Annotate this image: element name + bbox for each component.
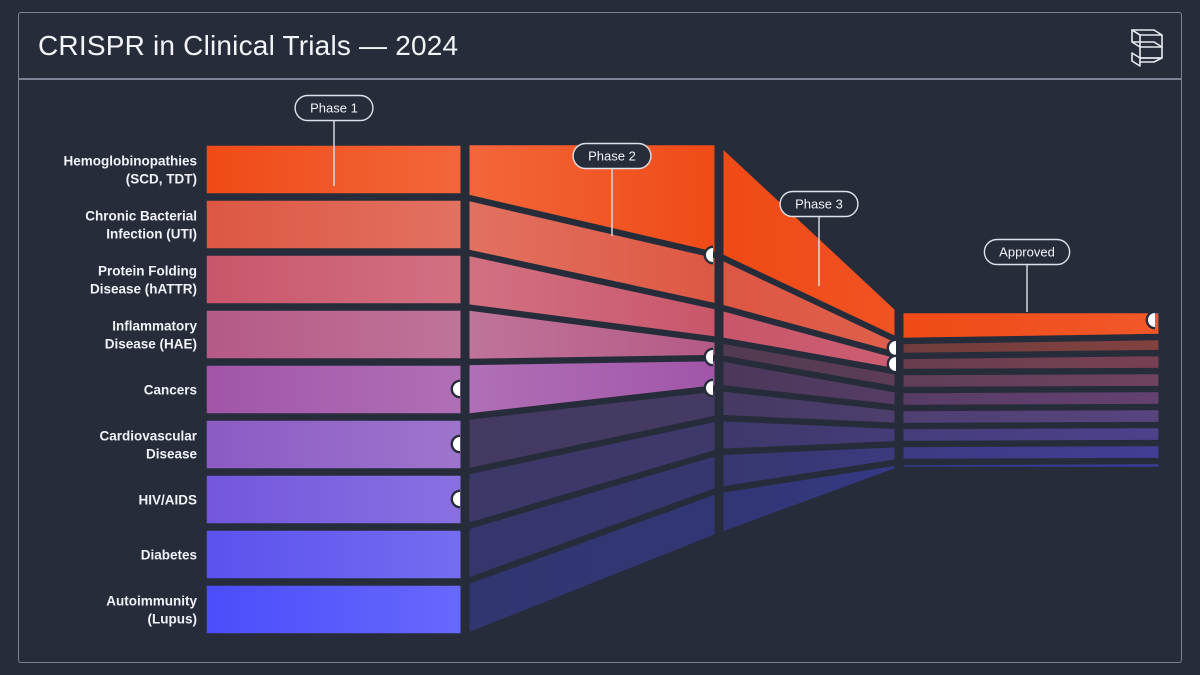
flow-ribbon-p3-approved-ghost bbox=[897, 406, 1162, 427]
category-label: Inflammatory bbox=[112, 319, 197, 334]
flow-ribbon-p3-approved-ghost bbox=[897, 352, 1162, 373]
flow-band-phase1 bbox=[203, 197, 467, 252]
category-label: Hemoglobinopathies bbox=[63, 154, 197, 169]
category-labels-layer: Hemoglobinopathies (SCD, TDT) Chronic Bact… bbox=[63, 154, 197, 627]
stage-pill-label: Phase 3 bbox=[795, 197, 843, 212]
stage-pill-group[interactable]: Approved bbox=[983, 238, 1071, 313]
category-label: Disease bbox=[146, 447, 198, 462]
flow-ribbon-p3-approved-ghost bbox=[897, 424, 1162, 445]
flow-ribbon-p3-approved-ghost bbox=[897, 336, 1162, 357]
category-label: Disease (hATTR) bbox=[90, 282, 197, 297]
stage-node-bar[interactable] bbox=[714, 140, 724, 538]
category-label: Chronic Bacterial bbox=[85, 209, 197, 224]
flow-band-phase1 bbox=[203, 307, 467, 362]
stage-node-bar[interactable] bbox=[460, 140, 470, 639]
page-title: CRISPR in Clinical Trials — 2024 bbox=[38, 30, 459, 61]
flow-band-phase1 bbox=[203, 472, 467, 527]
flow-band-phase1 bbox=[203, 582, 467, 637]
ribbon-logo-icon bbox=[1131, 29, 1163, 67]
flow-ribbon-p3-approved-ghost bbox=[897, 442, 1162, 463]
category-label: (Lupus) bbox=[148, 612, 198, 627]
category-label: Cardiovascular bbox=[99, 429, 197, 444]
category-label: (SCD, TDT) bbox=[126, 172, 197, 187]
category-label: Protein Folding bbox=[98, 264, 197, 279]
flow-ribbon-p3-approved-ghost bbox=[897, 370, 1162, 391]
category-label: Diabetes bbox=[141, 548, 197, 563]
stage-node-bar[interactable] bbox=[894, 306, 904, 472]
stage-pill-label: Phase 1 bbox=[310, 101, 358, 116]
sankey-diagram: Hemoglobinopathies (SCD, TDT) Chronic Bact… bbox=[63, 94, 1162, 639]
flow-band-phase1 bbox=[203, 527, 467, 582]
stage-pill-label: Phase 2 bbox=[588, 149, 636, 164]
flow-ribbon-p3-approved bbox=[897, 310, 1162, 342]
category-label: Autoimmunity bbox=[106, 594, 197, 609]
flow-band-phase1 bbox=[203, 362, 467, 417]
category-label: HIV/AIDS bbox=[138, 493, 197, 508]
stage-pill-label: Approved bbox=[999, 245, 1055, 260]
flow-band-phase1 bbox=[203, 417, 467, 472]
chart-canvas: Hemoglobinopathies (SCD, TDT) Chronic Bact… bbox=[0, 0, 1200, 675]
flow-ribbons-layer bbox=[203, 139, 1162, 638]
header-divider bbox=[18, 78, 1182, 80]
flow-band-phase1 bbox=[203, 142, 467, 197]
category-label: Cancers bbox=[144, 383, 197, 398]
category-label: Infection (UTI) bbox=[106, 227, 197, 242]
flow-ribbon-p3-approved-ghost bbox=[897, 388, 1162, 409]
flow-ribbon-p3-approved-ghost bbox=[897, 460, 1162, 470]
flow-band-phase1 bbox=[203, 252, 467, 307]
category-label: Disease (HAE) bbox=[105, 337, 197, 352]
